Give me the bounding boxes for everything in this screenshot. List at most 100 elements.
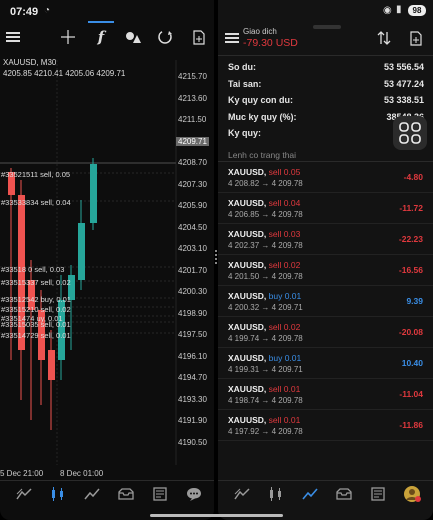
position-row[interactable]: XAUUSD, sell 0.01 4 197.92 → 4 209.78 -11.…: [218, 410, 433, 441]
position-prices: 4 199.31 → 4 209.71: [228, 365, 303, 374]
history-icon[interactable]: [114, 482, 138, 506]
objects-icon[interactable]: [120, 24, 146, 50]
price-tick: 4215.70: [178, 72, 207, 81]
position-row[interactable]: XAUUSD, buy 0.01 4 200.32 → 4 209.71 9.39: [218, 286, 433, 317]
position-symbol-text: XAUUSD,: [228, 291, 267, 301]
position-side: sell 0.01: [268, 384, 301, 394]
messages-icon[interactable]: [182, 482, 206, 506]
status-bar-right: ◉ ▮ 98: [218, 0, 433, 22]
price-tick: 4197.50: [178, 330, 207, 339]
trade-label[interactable]: #33533834 sell, 0.04: [1, 198, 71, 207]
candle-body: [90, 164, 97, 223]
trade-icon[interactable]: [80, 482, 104, 506]
position-side: sell 0.03: [268, 229, 301, 239]
trade-label[interactable]: #33515337 sell, 0.02: [1, 278, 71, 287]
new-order-icon[interactable]: [186, 24, 212, 50]
position-profit: -11.72: [399, 203, 423, 213]
position-symbol-text: XAUUSD,: [228, 353, 267, 363]
price-tick: 4196.10: [178, 351, 207, 361]
position-row[interactable]: XAUUSD, sell 0.02 4 199.74 → 4 209.78 -20.…: [218, 317, 433, 348]
trade-label[interactable]: #33515035 sell, 0.01: [1, 320, 71, 329]
position-prices: 4 199.74 → 4 209.78: [228, 334, 303, 343]
price-tick: 4209.71: [176, 136, 209, 146]
battery-icon: 98: [408, 5, 426, 16]
position-row[interactable]: XAUUSD, sell 0.04 4 206.85 → 4 209.78 -11.…: [218, 193, 433, 224]
account-row-value: 53 338.51: [383, 95, 424, 105]
position-profit: -4.80: [403, 172, 423, 182]
position-row[interactable]: XAUUSD, buy 0.01 4 199.31 → 4 209.71 10.40: [218, 348, 433, 379]
trade-label[interactable]: #33512542 buy, 0.01: [1, 295, 71, 304]
trade-label[interactable]: #33515210 sell, 0.02: [1, 305, 71, 314]
trade-label[interactable]: #33514729 sell, 0.01: [1, 331, 71, 340]
position-symbol: XAUUSD, sell 0.03: [228, 229, 300, 239]
price-tick: 4198.90: [178, 308, 207, 318]
price-tick: 4201.70: [178, 265, 207, 275]
timeframe-icon[interactable]: [152, 24, 178, 50]
candle-body: [78, 223, 85, 280]
position-symbol: XAUUSD, sell 0.04: [228, 198, 300, 208]
indicator-icon[interactable]: f: [88, 21, 114, 50]
home-indicator[interactable]: [150, 514, 283, 517]
price-tick: 4211.50: [178, 115, 207, 124]
price-tick: 4203.10: [178, 244, 207, 253]
position-prices: 4 206.85 → 4 209.78: [228, 210, 303, 219]
history-icon[interactable]: [332, 482, 356, 506]
account-title: Giao dich: [243, 27, 277, 36]
position-symbol-text: XAUUSD,: [228, 260, 267, 270]
account-row-label: Ky quy con du:: [228, 95, 293, 105]
account-row-label: Ky quy:: [228, 128, 262, 138]
position-symbol-text: XAUUSD,: [228, 198, 267, 208]
active-tab-indicator: [88, 21, 114, 23]
account-row-value: 53 477.24: [383, 78, 424, 89]
bottom-nav: [0, 482, 214, 508]
chart-icon[interactable]: [264, 482, 288, 506]
crosshair-icon[interactable]: [55, 24, 81, 50]
position-side: sell 0.04: [268, 198, 301, 208]
news-icon[interactable]: [366, 482, 390, 506]
new-order-icon[interactable]: [408, 30, 424, 46]
avatar[interactable]: [400, 482, 424, 506]
candle-body: [48, 350, 55, 380]
position-prices: 4 198.74 → 4 209.78: [228, 396, 303, 405]
trade-pane: ◉ ▮ 98 Giao dich -79.30 USD So du: 53 556…: [218, 0, 433, 520]
position-prices: 4 202.37 → 4 209.78: [228, 241, 303, 250]
menu-icon[interactable]: [224, 31, 240, 45]
position-profit: -16.56: [398, 265, 423, 275]
trade-label[interactable]: #33521511 sell, 0.05: [1, 170, 70, 179]
sort-icon[interactable]: [376, 30, 392, 46]
price-tick: 4194.70: [178, 373, 207, 382]
position-symbol-text: XAUUSD,: [228, 415, 267, 425]
position-prices: 4 201.50 → 4 209.78: [228, 272, 303, 281]
quotes-icon[interactable]: [230, 482, 254, 506]
signal-icon: ▮: [396, 4, 402, 15]
trade-icon[interactable]: [298, 482, 322, 506]
quick-actions-icon[interactable]: [393, 116, 427, 150]
position-side: sell 0.01: [268, 415, 301, 425]
time-label-2: 8 Dec 01:00: [60, 469, 104, 478]
wifi-icon: ◉: [383, 5, 392, 16]
position-prices: 4 197.92 → 4 209.78: [228, 427, 303, 436]
position-profit: -11.04: [399, 389, 423, 399]
position-row[interactable]: XAUUSD, sell 0.03 4 202.37 → 4 209.78 -22.…: [218, 224, 433, 255]
time-label-1: 5 Dec 21:00: [0, 469, 44, 478]
account-row-label: Muc ky quy (%):: [228, 111, 297, 122]
section-header: Lenh co trang thai: [228, 150, 297, 160]
bottom-nav-right: [218, 482, 433, 508]
position-row[interactable]: XAUUSD, sell 0.01 4 198.74 → 4 209.78 -11.…: [218, 379, 433, 410]
position-prices: 4 200.32 → 4 209.71: [228, 303, 303, 312]
drag-handle-icon[interactable]: [215, 250, 217, 264]
position-side: sell 0.02: [268, 322, 301, 332]
position-symbol-text: XAUUSD,: [228, 167, 267, 177]
quotes-icon[interactable]: [12, 482, 36, 506]
position-side: buy 0.01: [268, 291, 302, 301]
news-icon[interactable]: [148, 482, 172, 506]
price-tick: 4213.60: [178, 93, 207, 103]
position-profit: -22.23: [398, 234, 423, 244]
chart-icon[interactable]: [46, 482, 70, 506]
position-row[interactable]: XAUUSD, sell 0.02 4 201.50 → 4 209.78 -16.…: [218, 255, 433, 286]
trade-label[interactable]: #33518 0 sell, 0.03: [1, 265, 64, 274]
position-row[interactable]: XAUUSD, sell 0.05 4 208.82 → 4 209.78 -4.8…: [218, 162, 433, 193]
total-profit: -79.30 USD: [243, 37, 298, 49]
status-time: 07:49: [10, 6, 39, 18]
menu-icon[interactable]: [0, 24, 26, 50]
